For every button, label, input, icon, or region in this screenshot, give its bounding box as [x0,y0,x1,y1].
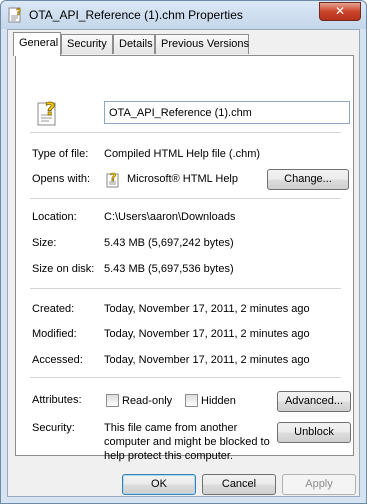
advanced-button-label: Advanced... [284,395,344,407]
file-name-input[interactable] [104,101,350,124]
tab-label: General [19,37,59,49]
security-text-line-3: help protect this computer. [104,450,234,462]
attributes-label: Attributes: [32,394,82,406]
divider [30,132,341,133]
chm-help-file-icon: ? [37,99,56,126]
cancel-button[interactable]: Cancel [202,474,276,495]
advanced-button[interactable]: Advanced... [277,391,351,412]
title-bar[interactable]: ? OTA_API_Reference (1).chm Properties ✕ [1,1,366,29]
tab-label: Security [67,38,107,50]
size-value: 5.43 MB (5,697,242 bytes) [104,237,234,249]
divider [30,288,341,289]
chm-help-file-icon: ? [8,7,21,23]
location-value: C:\Users\aaron\Downloads [104,211,236,223]
created-label: Created: [32,303,75,315]
opens-with-label: Opens with: [32,173,91,185]
close-icon: ✕ [334,4,346,18]
created-value: Today, November 17, 2011, 2 minutes ago [104,303,310,315]
read-only-checkbox[interactable] [106,394,119,407]
accessed-value: Today, November 17, 2011, 2 minutes ago [104,354,310,366]
security-text-line-2: computer and might be blocked to [104,436,270,448]
apply-button[interactable]: Apply [282,474,356,495]
tab-label: Previous Versions [161,38,250,50]
apply-button-label: Apply [305,478,333,490]
modified-value: Today, November 17, 2011, 2 minutes ago [104,328,310,340]
type-label: Type of file: [32,148,89,160]
general-panel: ? Type of file: Compiled HTML Help file … [15,55,354,462]
cancel-button-label: Cancel [221,478,257,490]
dialog-body: General Security Details Previous Versio… [7,29,360,497]
html-help-icon: ? [106,171,119,188]
svg-text:?: ? [45,99,55,120]
type-value: Compiled HTML Help file (.chm) [104,148,261,160]
modified-label: Modified: [32,328,77,340]
divider [30,198,341,199]
tab-details[interactable]: Details [113,34,155,54]
tab-previous-versions[interactable]: Previous Versions [155,34,249,54]
unblock-button[interactable]: Unblock [277,422,351,443]
close-button[interactable]: ✕ [319,2,361,21]
tab-label: Details [119,38,153,50]
divider [30,377,341,378]
size-label: Size: [32,237,57,249]
change-button-label: Change... [284,173,332,185]
hidden-checkbox[interactable] [185,394,198,407]
accessed-label: Accessed: [32,354,83,366]
window-title: OTA_API_Reference (1).chm Properties [29,8,243,22]
tab-security[interactable]: Security [61,34,113,54]
security-text-line-1: This file came from another [104,422,238,434]
ok-button-label: OK [151,478,167,490]
svg-text:?: ? [16,8,21,18]
size-on-disk-label: Size on disk: [32,263,95,275]
security-label: Security: [32,422,75,434]
ok-button[interactable]: OK [122,474,196,495]
unblock-button-label: Unblock [294,426,334,438]
change-button[interactable]: Change... [267,169,349,190]
hidden-label[interactable]: Hidden [201,395,236,407]
properties-window: ? OTA_API_Reference (1).chm Properties ✕… [0,0,367,504]
svg-text:?: ? [110,171,116,184]
opens-with-value: Microsoft® HTML Help [127,173,238,185]
tab-general[interactable]: General [13,32,61,56]
size-on-disk-value: 5.43 MB (5,697,536 bytes) [104,263,234,275]
read-only-label[interactable]: Read-only [122,395,172,407]
location-label: Location: [32,211,77,223]
